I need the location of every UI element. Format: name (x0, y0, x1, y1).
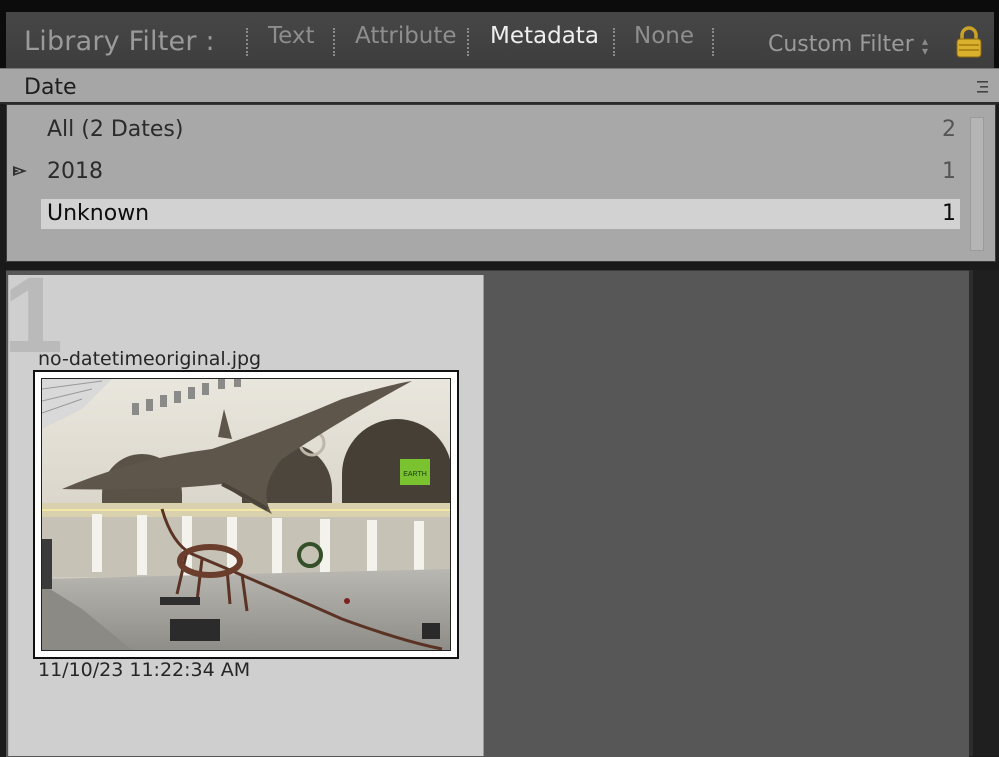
date-row-2018[interactable]: 2018 1 (41, 157, 960, 187)
lock-icon[interactable] (955, 26, 983, 58)
chevron-updown-icon[interactable]: ▴ ▾ (922, 35, 928, 57)
photo-sign-text: EARTH (403, 471, 427, 478)
date-row-label: Unknown (47, 201, 150, 226)
tab-attribute[interactable]: Attribute (355, 23, 457, 49)
thumbnail-image[interactable]: EARTH (41, 378, 451, 651)
expand-triangle-icon[interactable] (13, 166, 27, 176)
date-row-count: 1 (942, 201, 956, 226)
custom-filter-select[interactable]: Custom Filter (768, 32, 914, 57)
tab-text[interactable]: Text (268, 23, 315, 49)
date-row-label: All (2 Dates) (47, 117, 184, 142)
date-row-count: 2 (942, 117, 956, 142)
date-row-unknown[interactable]: Unknown 1 (41, 199, 960, 229)
column-header-label: Date (24, 75, 77, 100)
museum-hall-photo: EARTH (42, 379, 450, 650)
tab-separator (333, 28, 335, 56)
tab-separator (246, 28, 248, 56)
tab-separator (712, 28, 714, 56)
thumbnail-cell[interactable]: 1 no-datetimeoriginal.jpg EARTH 11/10/23… (3, 261, 484, 756)
thumbnail-capture-date: 11/10/23 11:22:34 AM (38, 659, 251, 681)
grid-scrollbar[interactable] (969, 270, 999, 756)
column-menu-icon[interactable] (977, 80, 989, 94)
thumbnail-filename: no-datetimeoriginal.jpg (38, 348, 262, 370)
thumbnail-frame[interactable]: EARTH (33, 370, 459, 659)
tab-separator (613, 28, 615, 56)
tab-separator (467, 28, 469, 56)
date-row-count: 1 (942, 159, 956, 184)
filter-bar-panel: Library Filter : Text Attribute Metadata… (6, 12, 994, 68)
metadata-column-header[interactable]: Date (0, 68, 999, 104)
library-filter-bar: Library Filter : Text Attribute Metadata… (0, 0, 999, 68)
library-filter-title: Library Filter : (24, 26, 215, 57)
date-list-scrollbar[interactable] (970, 117, 984, 251)
date-list: All (2 Dates) 2 2018 1 Unknown 1 (6, 104, 996, 262)
tab-none[interactable]: None (634, 23, 694, 49)
tab-metadata[interactable]: Metadata (490, 23, 599, 49)
date-row-all[interactable]: All (2 Dates) 2 (41, 115, 960, 145)
date-row-label: 2018 (47, 159, 103, 184)
